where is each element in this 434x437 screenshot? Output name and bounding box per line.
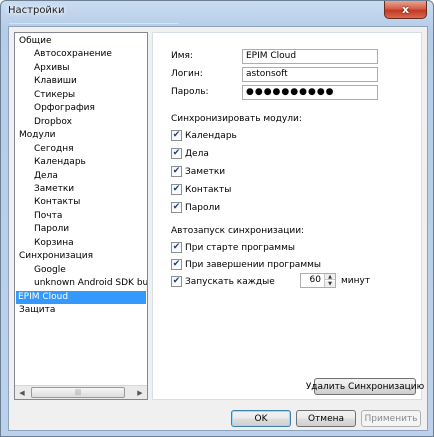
interval-unit-label: минут (341, 276, 371, 286)
checkbox-label: При старте программы (185, 243, 295, 253)
tree-item[interactable]: Стикеры (32, 89, 77, 102)
title-bar[interactable]: Настройки x (1, 1, 433, 25)
checkbox-label: Пароли (185, 202, 221, 213)
settings-tree[interactable]: Общие Автосохранение Архивы Клавиши Стикеры О… (14, 32, 148, 400)
checkbox-label-text: При старте программы (185, 242, 295, 253)
autostart-on-exit-checkbox[interactable]: ✔ При завершении программы (171, 258, 321, 271)
tree-horizontal-scrollbar[interactable]: ◀ ||| ▶ (15, 385, 147, 399)
delete-sync-button[interactable]: Удалить Синхронизацию (306, 378, 424, 395)
tree-item[interactable]: Заметки (32, 183, 76, 196)
autostart-heading: Автозапуск синхронизации: (171, 226, 305, 236)
name-label: Имя: (171, 51, 193, 61)
spinner-buttons: ▲ ▼ (324, 274, 335, 287)
tree-item[interactable]: Календарь (32, 156, 88, 169)
interval-spinner[interactable]: 60 ▲ ▼ (300, 273, 336, 288)
tree-item[interactable]: Контакты (32, 196, 82, 209)
tree-item[interactable]: Общие (17, 35, 54, 48)
tree-item[interactable]: Архивы (32, 62, 71, 75)
dialog-client-area: Общие Автосохранение Архивы Клавиши Стикеры О… (8, 26, 428, 431)
checkbox-label: Календарь (185, 130, 237, 141)
tree-item[interactable]: unknown Android SDK bu (32, 277, 147, 290)
scrollbar-thumb[interactable]: ||| (31, 387, 125, 398)
checkbox-icon: ✔ (171, 259, 182, 270)
scroll-left-icon[interactable]: ◀ (15, 386, 29, 399)
checkbox-icon: ✔ (171, 148, 182, 159)
tree-item[interactable]: Сегодня (32, 143, 76, 156)
login-field[interactable]: astonsoft (242, 67, 378, 82)
scroll-right-icon[interactable]: ▶ (133, 386, 147, 399)
tree-list: Общие Автосохранение Архивы Клавиши Стикеры О… (15, 33, 147, 385)
checkbox-label: Контакты (185, 184, 232, 195)
tree-item[interactable]: Почта (32, 210, 64, 223)
checkbox-icon: ✔ (171, 130, 182, 141)
tree-item[interactable]: Орфография (32, 102, 97, 115)
spin-up-icon[interactable]: ▲ (325, 274, 335, 280)
name-field[interactable]: EPIM Cloud (242, 49, 378, 64)
apply-button[interactable]: Применить (361, 410, 421, 427)
tree-item[interactable]: Корзина (32, 237, 76, 250)
sync-calendar-checkbox[interactable]: ✔ Календарь (171, 129, 237, 142)
tree-item[interactable]: Клавиши (32, 75, 79, 88)
grip-icon: ||| (74, 389, 82, 396)
interval-value[interactable]: 60 (301, 274, 323, 287)
checkbox-label: При завершении программы (185, 259, 322, 270)
password-field[interactable]: ●●●●●●●●●● (242, 85, 378, 100)
ok-button[interactable]: OK (231, 410, 291, 427)
login-label: Логин: (171, 69, 203, 79)
spin-down-icon[interactable]: ▼ (325, 281, 335, 287)
tree-item[interactable]: Автосохранение (32, 48, 114, 61)
checkbox-icon: ✔ (171, 202, 182, 213)
checkbox-label: Дела (185, 148, 209, 159)
sync-modules-heading: Синхронизировать модули: (171, 114, 302, 124)
tree-item[interactable]: Dropbox (32, 116, 74, 129)
sync-notes-checkbox[interactable]: ✔ Заметки (171, 165, 225, 178)
close-icon: x (401, 3, 410, 16)
title-bar-reflection (9, 18, 179, 24)
window-title: Настройки (8, 5, 65, 16)
checkbox-label: Заметки (185, 166, 226, 177)
checkbox-icon: ✔ (171, 166, 182, 177)
checkbox-label: Запускать каждые (185, 276, 275, 287)
tree-item[interactable]: EPIM Cloud (16, 290, 146, 304)
sync-tasks-checkbox[interactable]: ✔ Дела (171, 147, 209, 160)
checkbox-icon: ✔ (171, 242, 182, 253)
tree-item[interactable]: Защита (17, 304, 57, 317)
tree-item[interactable]: Модули (17, 129, 57, 142)
sync-contacts-checkbox[interactable]: ✔ Контакты (171, 183, 231, 196)
autostart-every-checkbox[interactable]: ✔ Запускать каждые (171, 275, 275, 288)
checkbox-icon: ✔ (171, 276, 182, 287)
password-label: Пароль: (171, 87, 209, 97)
tree-item[interactable]: Google (32, 264, 68, 277)
epim-cloud-panel: Имя: EPIM Cloud Логин: astonsoft Пароль:… (152, 32, 424, 400)
tree-item[interactable]: Пароли (32, 223, 71, 236)
checkbox-icon: ✔ (171, 184, 182, 195)
settings-window: Настройки x Общие Автосохранение Архивы Кла… (0, 0, 434, 437)
cancel-button[interactable]: Отмена (296, 410, 356, 427)
close-button[interactable]: x (384, 1, 427, 19)
tree-item[interactable]: Синхронизация (17, 250, 95, 263)
tree-item[interactable]: Дела (32, 170, 60, 183)
autostart-on-start-checkbox[interactable]: ✔ При старте программы (171, 241, 295, 254)
sync-passwords-checkbox[interactable]: ✔ Пароли (171, 201, 220, 214)
